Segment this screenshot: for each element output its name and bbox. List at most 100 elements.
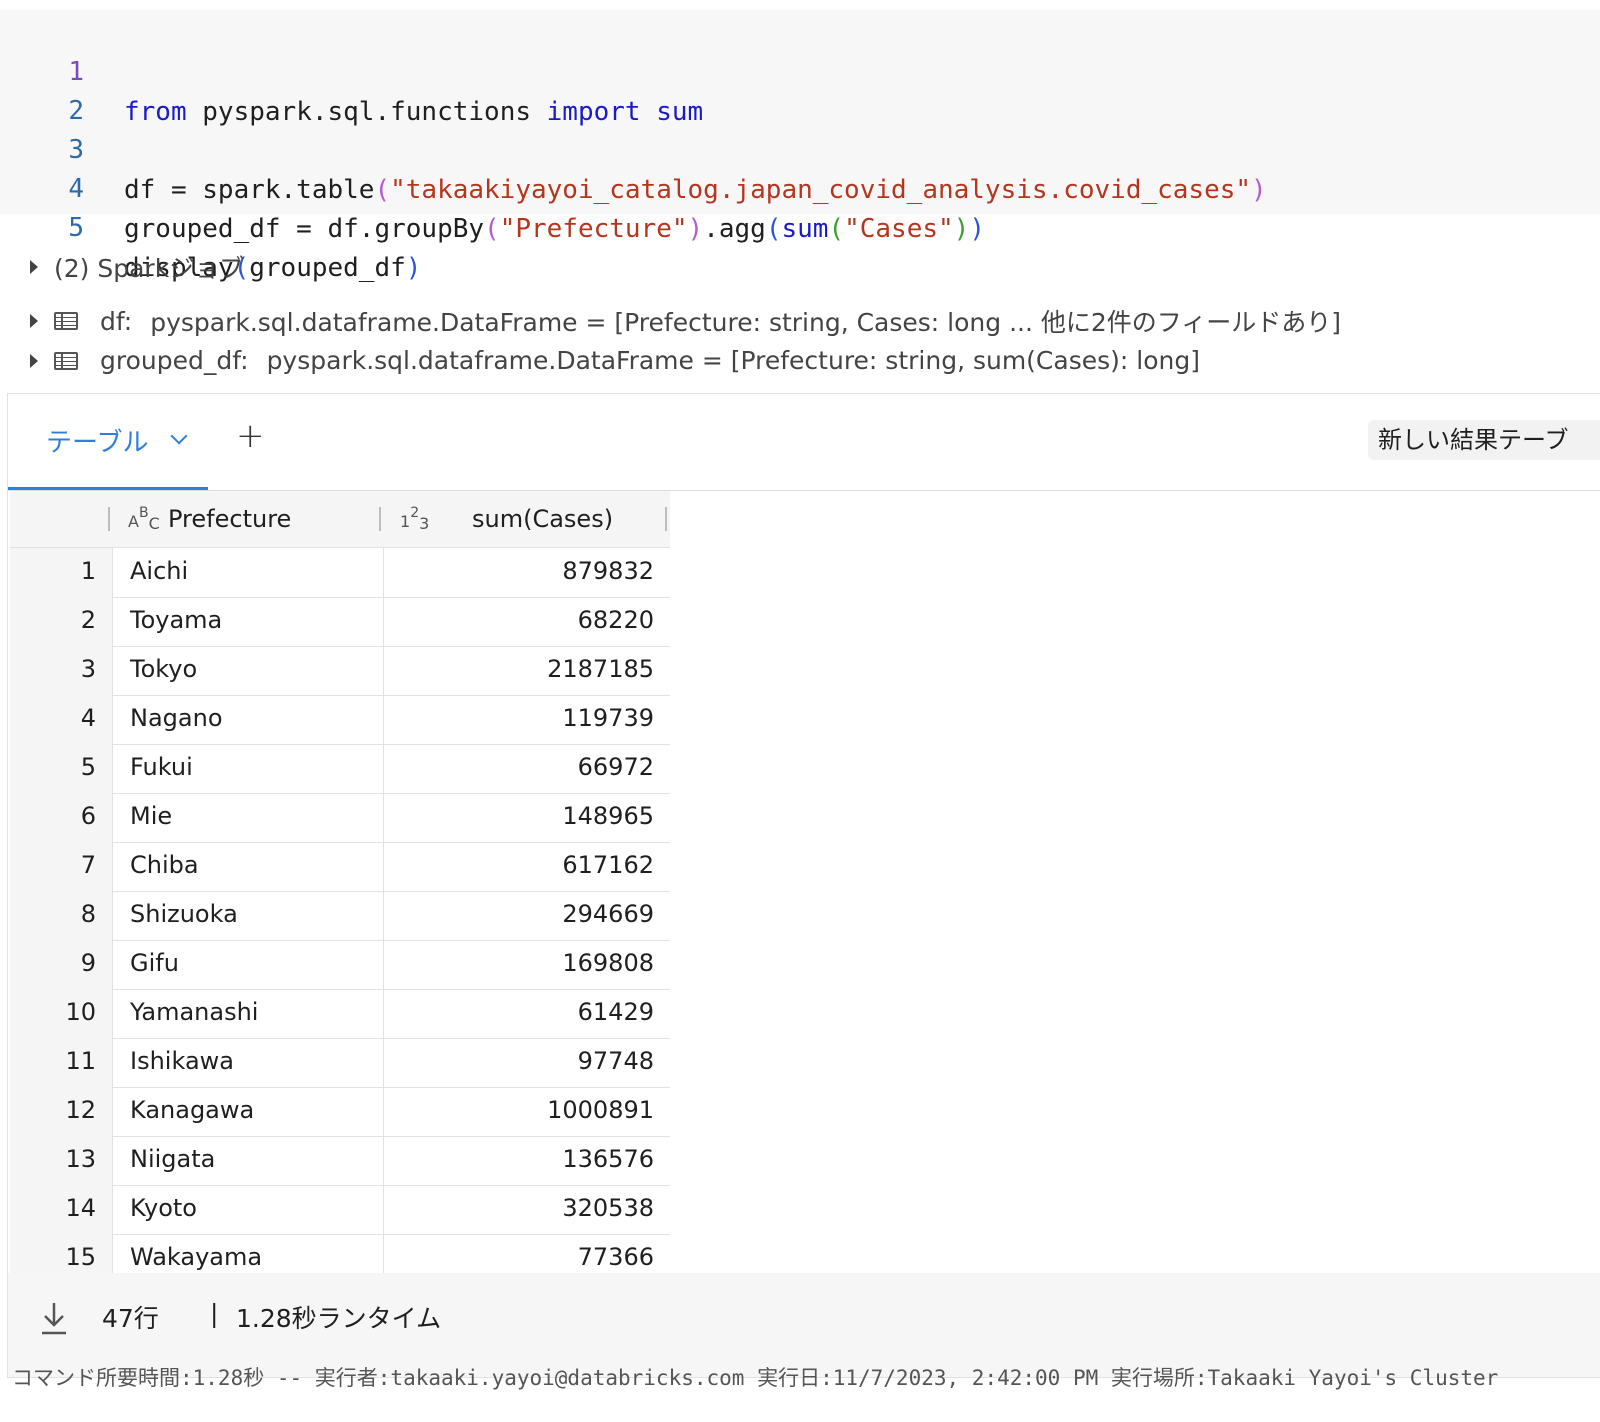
column-resize-handle[interactable] [108,507,110,531]
row-index-cell[interactable]: 3 [10,646,113,695]
row-index-cell[interactable]: 2 [10,597,113,646]
row-index-cell[interactable]: 11 [10,1038,113,1087]
table-row[interactable]: 11 Ishikawa 97748 [10,1038,670,1088]
sum-cases-cell[interactable]: 136576 [384,1136,670,1185]
row-index-cell[interactable]: 15 [10,1234,113,1273]
table-row[interactable]: 1 Aichi 879832 [10,548,670,598]
new-result-table-toggle[interactable]: 新しい結果テーブ [1368,420,1600,460]
code-keyword: sum [640,97,704,127]
schema-expander-df[interactable]: df: pyspark.sql.dataframe.DataFrame = [P… [30,303,1341,339]
sum-cases-cell[interactable]: 77366 [384,1234,670,1273]
table-row[interactable]: 8 Shizuoka 294669 [10,891,670,941]
table-icon [54,312,78,330]
column-resize-handle[interactable] [379,507,381,531]
code-editor[interactable]: 1 from pyspark.sql.functions import sum … [0,10,1600,283]
table-row[interactable]: 4 Nagano 119739 [10,695,670,745]
results-table: ABC Prefecture 123 sum(Cases) 1 Aichi 8798… [10,491,670,1273]
row-index-cell[interactable]: 7 [10,842,113,891]
row-index-cell-text: 5 [80,753,96,781]
chevron-down-icon[interactable] [170,427,188,445]
code-paren: ( [828,214,845,244]
code-line-2: 2 [0,51,84,126]
sum-cases-cell[interactable]: 617162 [384,842,670,891]
table-row[interactable]: 2 Toyama 68220 [10,597,670,647]
sum-cases-cell[interactable]: 66972 [384,744,670,793]
sum-cases-cell-text: 77366 [577,1243,654,1271]
prefecture-cell[interactable]: Toyama [113,597,384,646]
table-row[interactable]: 3 Tokyo 2187185 [10,646,670,696]
schema-expander-grouped-df[interactable]: grouped_df: pyspark.sql.dataframe.DataFr… [30,346,1200,375]
table-row[interactable]: 13 Niigata 136576 [10,1136,670,1186]
column-header-sum-cases[interactable]: sum(Cases) [472,505,613,533]
row-index-cell-text: 3 [80,655,96,683]
prefecture-cell-text: Nagano [130,704,223,732]
column-header-prefecture[interactable]: Prefecture [168,505,291,533]
sum-cases-cell-text: 66972 [577,753,654,781]
prefecture-cell[interactable]: Niigata [113,1136,384,1185]
prefecture-cell[interactable]: Tokyo [113,646,384,695]
sum-cases-cell[interactable]: 61429 [384,989,670,1038]
tab-table[interactable]: テーブル [8,394,208,490]
prefecture-cell[interactable]: Yamanashi [113,989,384,1038]
prefecture-cell-text: Aichi [130,557,189,585]
prefecture-cell[interactable]: Kanagawa [113,1087,384,1136]
table-row[interactable]: 10 Yamanashi 61429 [10,989,670,1039]
prefecture-cell[interactable]: Gifu [113,940,384,989]
footer-separator: | [210,1299,219,1328]
row-index-cell[interactable]: 10 [10,989,113,1038]
sum-cases-cell[interactable]: 2187185 [384,646,670,695]
table-row[interactable]: 14 Kyoto 320538 [10,1185,670,1235]
sum-cases-cell[interactable]: 1000891 [384,1087,670,1136]
sum-cases-cell[interactable]: 68220 [384,597,670,646]
column-resize-handle[interactable] [665,507,667,531]
prefecture-cell[interactable]: Kyoto [113,1185,384,1234]
table-row[interactable]: 9 Gifu 169808 [10,940,670,990]
prefecture-cell-text: Mie [130,802,173,830]
row-index-cell[interactable]: 5 [10,744,113,793]
table-row[interactable]: 6 Mie 148965 [10,793,670,843]
row-index-cell-text: 1 [80,557,96,585]
table-row[interactable]: 15 Wakayama 77366 [10,1234,670,1273]
download-icon[interactable] [40,1301,68,1335]
sum-cases-cell[interactable]: 148965 [384,793,670,842]
sum-cases-cell[interactable]: 97748 [384,1038,670,1087]
row-index-cell[interactable]: 6 [10,793,113,842]
code-text: df = spark.table [124,175,375,205]
prefecture-cell[interactable]: Ishikawa [113,1038,384,1087]
sum-cases-cell[interactable]: 119739 [384,695,670,744]
sum-cases-cell[interactable]: 879832 [384,548,670,597]
code-text: grouped_df = df.groupBy [124,214,485,244]
sum-cases-cell[interactable]: 169808 [384,940,670,989]
spark-jobs-expander[interactable]: (2) Sparkジョブ [30,249,244,285]
table-row[interactable]: 7 Chiba 617162 [10,842,670,892]
sum-cases-cell[interactable]: 294669 [384,891,670,940]
prefecture-cell[interactable]: Nagano [113,695,384,744]
code-text: pyspark.sql.functions [186,97,547,127]
sum-cases-cell[interactable]: 320538 [384,1185,670,1234]
row-index-cell-text: 7 [80,851,96,879]
prefecture-cell[interactable]: Chiba [113,842,384,891]
prefecture-cell-text: Shizuoka [130,900,238,928]
row-index-cell[interactable]: 9 [10,940,113,989]
code-line-4: 4 grouped_df = df.groupBy("Prefecture").… [0,129,985,244]
row-index-cell[interactable]: 13 [10,1136,113,1185]
row-index-cell[interactable]: 14 [10,1185,113,1234]
table-row[interactable]: 12 Kanagawa 1000891 [10,1087,670,1137]
sum-cases-cell-text: 61429 [577,998,654,1026]
code-paren: ) [687,214,704,244]
row-index-cell[interactable]: 8 [10,891,113,940]
caret-right-icon [30,314,38,328]
prefecture-cell[interactable]: Aichi [113,548,384,597]
prefecture-cell[interactable]: Shizuoka [113,891,384,940]
table-row[interactable]: 5 Fukui 66972 [10,744,670,794]
add-visualization-icon[interactable]: + [236,416,265,456]
prefecture-cell[interactable]: Mie [113,793,384,842]
row-index-cell[interactable]: 4 [10,695,113,744]
row-index-cell[interactable]: 1 [10,548,113,597]
prefecture-cell-text: Fukui [130,753,193,781]
prefecture-cell[interactable]: Wakayama [113,1234,384,1273]
sum-cases-cell-text: 879832 [562,557,654,585]
prefecture-cell[interactable]: Fukui [113,744,384,793]
sum-cases-cell-text: 148965 [562,802,654,830]
row-index-cell[interactable]: 12 [10,1087,113,1136]
